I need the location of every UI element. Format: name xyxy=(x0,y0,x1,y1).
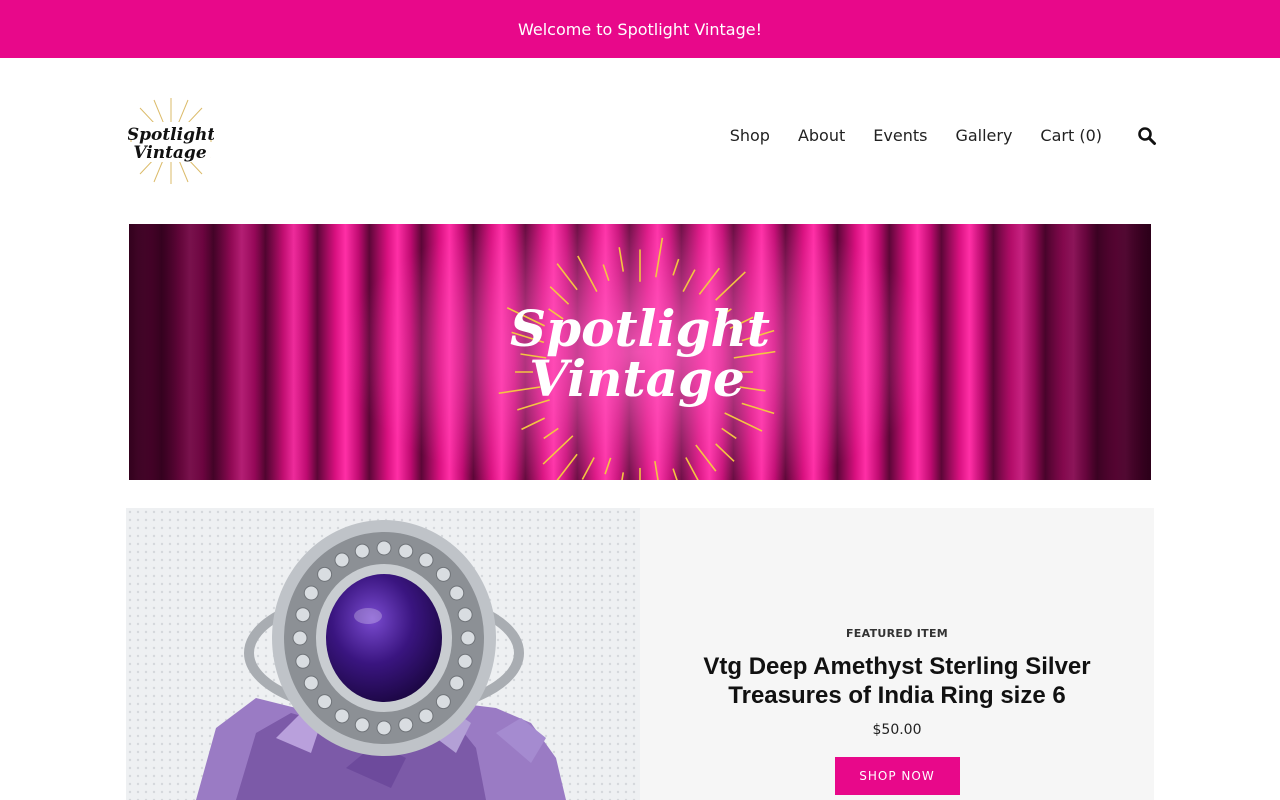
search-icon[interactable] xyxy=(1137,126,1157,146)
ring-photo xyxy=(126,508,640,800)
featured-item-label: FEATURED ITEM xyxy=(845,627,949,640)
nav-about[interactable]: About xyxy=(798,126,845,145)
shop-now-button[interactable]: SHOP NOW xyxy=(834,757,960,795)
logo-line2: Vintage xyxy=(133,143,206,163)
main-nav: Shop About Events Gallery Cart (0) xyxy=(730,126,1102,145)
announcement-text: Welcome to Spotlight Vintage! xyxy=(517,19,762,39)
nav-shop[interactable]: Shop xyxy=(730,126,770,145)
featured-item-price: $50.00 xyxy=(872,722,922,738)
announcement-bar: Welcome to Spotlight Vintage! xyxy=(0,0,1280,58)
featured-item-image[interactable] xyxy=(126,508,640,800)
curtain-graphic: Spotlight Vintage xyxy=(129,224,1151,480)
nav-events[interactable]: Events xyxy=(873,126,927,145)
logo-graphic: Spotlight Vintage xyxy=(127,98,215,184)
featured-item-panel: FEATURED ITEM Vtg Deep Amethyst Sterling… xyxy=(640,508,1154,800)
nav-gallery[interactable]: Gallery xyxy=(955,126,1012,145)
nav-cart[interactable]: Cart (0) xyxy=(1040,126,1102,145)
site-logo[interactable]: Spotlight Vintage xyxy=(127,96,215,186)
featured-item-title[interactable]: Vtg Deep Amethyst Sterling Silver Treasu… xyxy=(687,652,1107,710)
banner-line2: Vintage xyxy=(529,349,745,408)
logo-line1: Spotlight xyxy=(128,125,214,145)
hero-banner: Spotlight Vintage xyxy=(129,224,1151,480)
